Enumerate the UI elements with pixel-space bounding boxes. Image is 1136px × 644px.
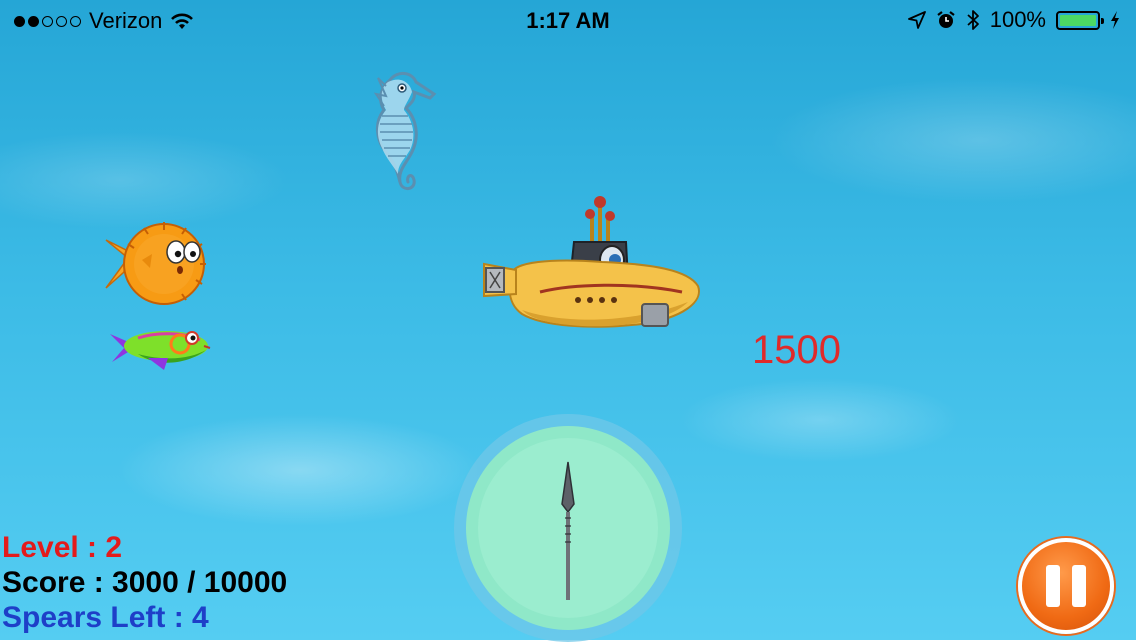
yellow-submarine-sprite[interactable]: [482, 192, 704, 332]
spears-left-text: Spears Left : 4: [2, 601, 209, 634]
battery-level: [1060, 14, 1096, 26]
seahorse-sprite[interactable]: [360, 66, 440, 198]
status-bar: Verizon 1:17 AM 100%: [0, 0, 1136, 40]
pause-button[interactable]: [1018, 538, 1114, 634]
bolt-icon: [1111, 11, 1119, 29]
battery-icon: [1056, 10, 1104, 30]
bluetooth-icon: [967, 10, 979, 30]
pause-icon: [1046, 565, 1086, 607]
battery-percent: 100%: [989, 7, 1046, 32]
score-text: Score : 3000 / 10000: [2, 566, 288, 599]
tropical-fish-sprite[interactable]: [108, 324, 214, 374]
level-text: Level : 2: [2, 531, 123, 564]
pufferfish-sprite[interactable]: [104, 220, 214, 310]
location-arrow-icon: [907, 11, 926, 29]
ocean-background: Verizon 1:17 AM 100% 1500 Level: 2 Scor…: [0, 0, 1136, 642]
alarm-clock-icon: [937, 11, 955, 28]
spear-sprite[interactable]: [556, 460, 580, 602]
floating-points-text: 1500: [752, 328, 841, 372]
